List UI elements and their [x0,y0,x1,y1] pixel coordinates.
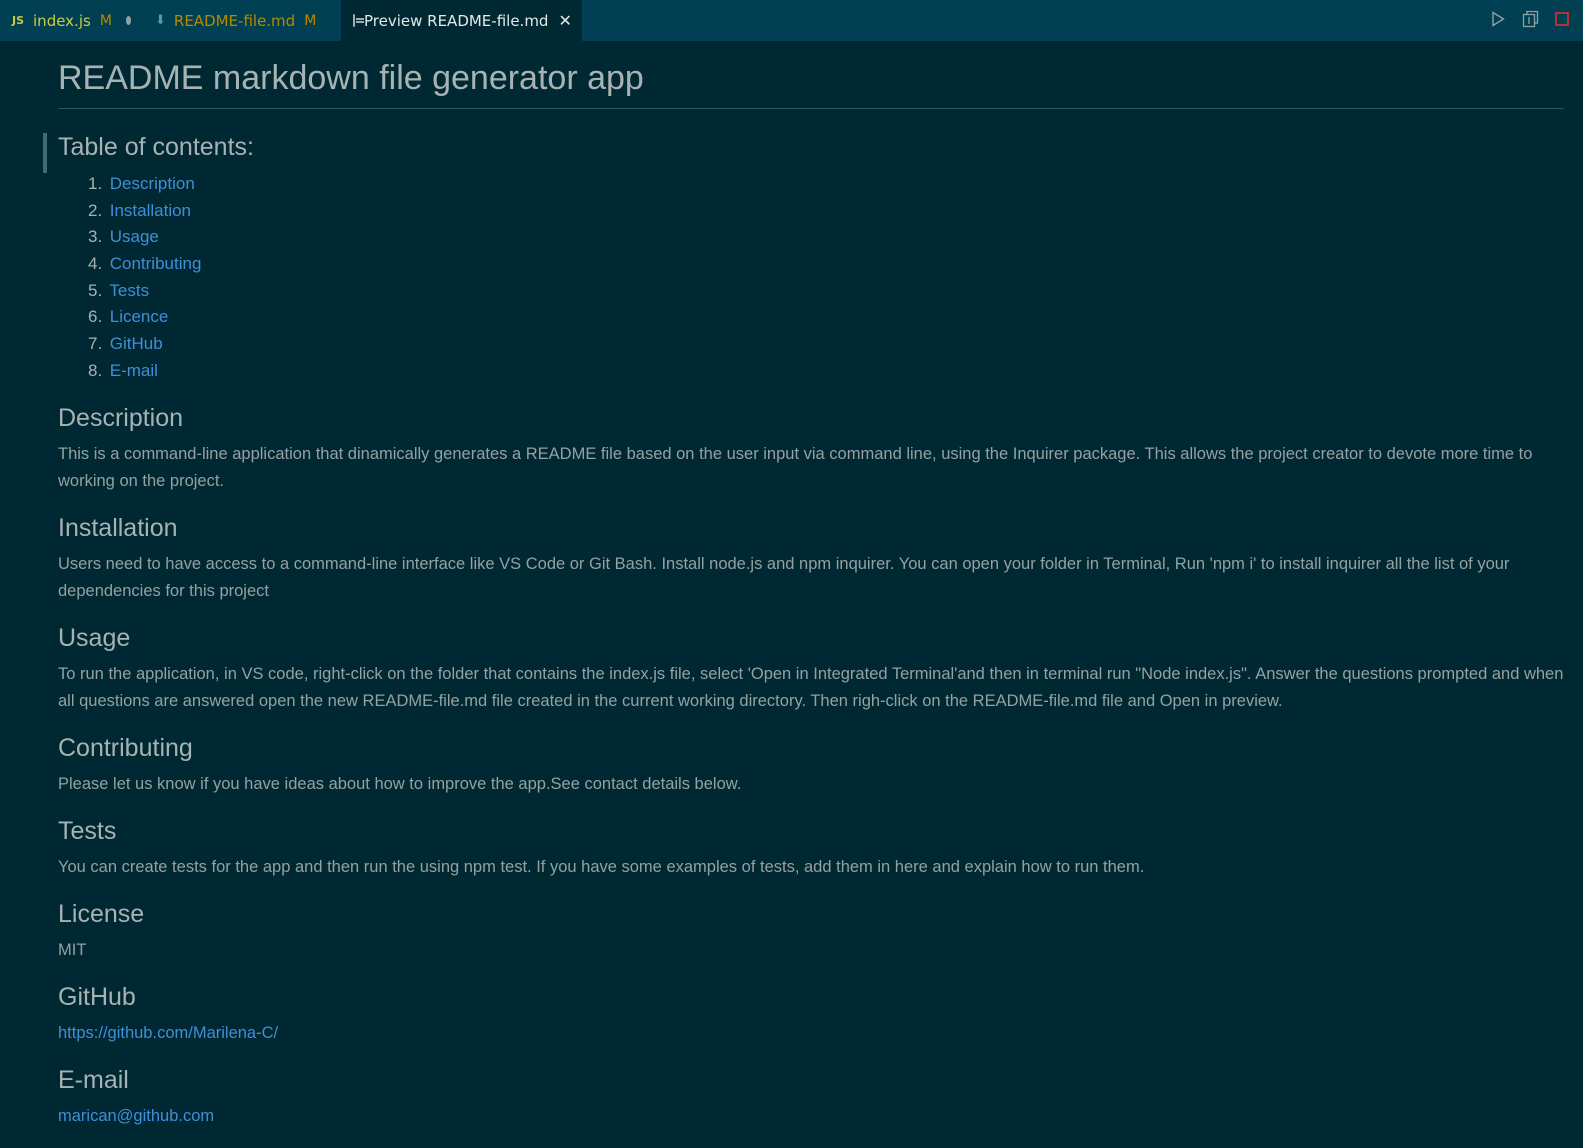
split-editor-icon[interactable] [1521,10,1539,32]
toc-link-licence[interactable]: Licence [110,307,169,326]
markdown-file-icon: ⬇ [155,13,166,28]
section-heading: Contributing [58,733,193,762]
section-heading: Tests [58,816,117,845]
section-body: You can create tests for the app and the… [58,857,1145,876]
tab-index-js[interactable]: JS index.js M [0,0,143,41]
toc-item: 7. GitHub [88,334,163,354]
javascript-file-icon: JS [12,14,25,27]
tab-label: index.js [33,11,91,30]
toc-link-usage[interactable]: Usage [110,227,159,246]
toc-link-installation[interactable]: Installation [110,201,191,220]
section-body: Please let us know if you have ideas abo… [58,774,742,793]
section-heading: E-mail [58,1065,129,1094]
toc-item: 6. Licence [88,307,169,327]
toc-heading: Table of contents: [58,133,254,161]
tab-preview-readme[interactable]: Preview README-file.md ✕ [341,0,582,41]
stop-icon[interactable] [1553,11,1571,31]
section-body: This is a command-line application that … [58,444,1533,490]
tab-label: Preview README-file.md [364,11,549,30]
toc-link-contributing[interactable]: Contributing [110,254,202,273]
tab-label: README-file.md [173,11,296,30]
editor-tab-bar: JS index.js M ⬇ README-file.md M Preview… [0,0,1583,41]
section-license: License MIT [58,899,1564,964]
blockquote-bar [43,133,47,173]
modified-indicator: M [304,12,317,29]
section-heading: Usage [58,623,131,652]
section-body: MIT [58,940,87,959]
section-heading: Description [58,403,184,432]
section-installation: Installation Users need to have access t… [58,513,1564,605]
section-tests: Tests You can create tests for the app a… [58,816,1564,881]
tab-readme-md[interactable]: ⬇ README-file.md M [143,0,341,41]
section-heading: Installation [58,513,178,542]
table-of-contents: 1. Description 2. Installation 3. Usage … [58,171,1564,385]
toc-link-description[interactable]: Description [110,174,195,193]
markdown-preview: README markdown file generator app Table… [43,41,1564,1130]
page-title: README markdown file generator app [58,41,1564,109]
toc-link-github[interactable]: GitHub [110,334,163,353]
section-heading: License [58,899,145,928]
toc-item: 2. Installation [88,200,192,220]
toc-item: 5. Tests [88,280,150,300]
toc-item: 4. Contributing [88,254,202,274]
modified-indicator: M [99,12,112,29]
toc-link-email[interactable]: E-mail [110,361,158,380]
section-body: To run the application, in VS code, righ… [58,664,1564,710]
section-description: Description This is a command-line appli… [58,403,1564,495]
email-link[interactable]: marican@github.com [58,1107,214,1125]
close-icon[interactable]: ✕ [558,11,571,30]
section-body: Users need to have access to a command-l… [58,554,1510,600]
section-heading: GitHub [58,982,136,1011]
section-email: E-mail marican@github.com [58,1065,1564,1130]
editor-actions [1489,0,1583,41]
toc-link-tests[interactable]: Tests [109,281,149,300]
toc-blockquote: Table of contents: [43,133,1564,173]
section-contributing: Contributing Please let us know if you h… [58,733,1564,798]
github-link[interactable]: https://github.com/Marilena-C/ [58,1024,278,1042]
preview-icon [353,14,364,27]
toc-item: 3. Usage [88,227,159,247]
toc-item: 1. Description [88,174,195,193]
section-github: GitHub https://github.com/Marilena-C/ [58,982,1564,1047]
play-icon[interactable] [1489,10,1507,31]
unsaved-dot-icon[interactable] [125,16,131,25]
section-usage: Usage To run the application, in VS code… [58,623,1564,715]
toc-item: 8. E-mail [88,360,158,380]
